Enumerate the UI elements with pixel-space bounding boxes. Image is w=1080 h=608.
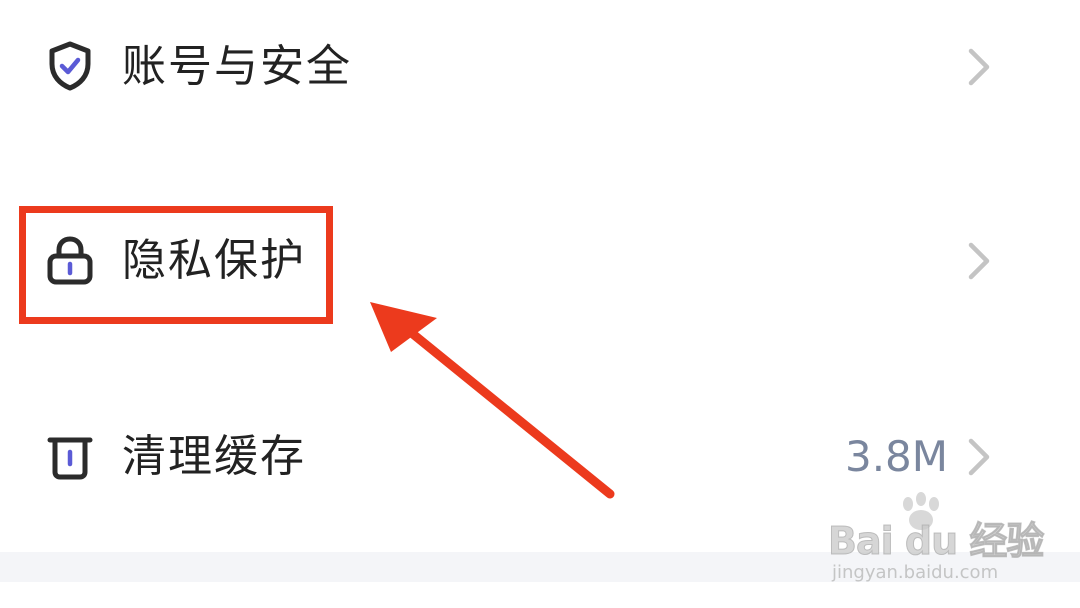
section-divider [0,552,1080,582]
chevron-right-icon [966,47,992,87]
settings-item-label: 账号与安全 [122,41,352,92]
settings-item-privacy[interactable]: 隐私保护 [0,201,1080,321]
cache-size-value: 3.8M [844,432,948,481]
settings-item-label: 清理缓存 [122,431,306,482]
settings-item-account-security[interactable]: 账号与安全 [0,7,1080,127]
shield-check-icon [44,40,96,92]
lock-icon [44,234,96,286]
settings-item-clear-cache[interactable]: 清理缓存 3.8M [0,397,1080,517]
chevron-right-icon [966,241,992,281]
chevron-right-icon [966,437,992,477]
settings-list: 账号与安全 隐私保护 清理缓存 3.8M [0,0,1080,552]
settings-item-label: 隐私保护 [122,235,306,286]
trash-icon [44,430,96,482]
